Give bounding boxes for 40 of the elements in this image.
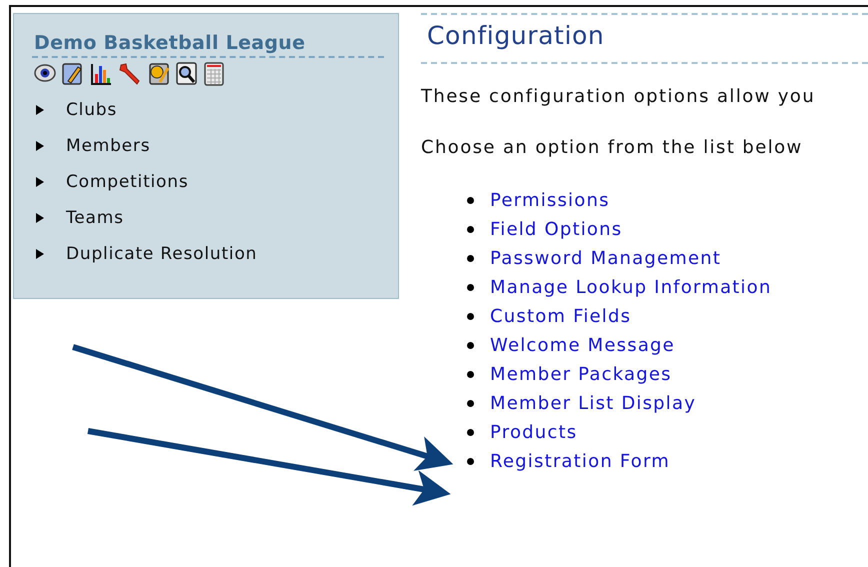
eye-icon[interactable] xyxy=(34,62,56,84)
option-link[interactable]: Member Packages xyxy=(490,364,672,385)
page-title: Configuration xyxy=(421,13,868,64)
option-link[interactable]: Custom Fields xyxy=(490,306,632,327)
bullet-icon xyxy=(467,371,474,378)
caret-icon xyxy=(36,140,44,152)
sidebar-item[interactable]: Teams xyxy=(66,208,124,228)
league-title: Demo Basketball League xyxy=(32,32,384,58)
bullet-icon xyxy=(467,458,474,465)
bullet-icon xyxy=(467,400,474,407)
caret-icon xyxy=(36,248,44,260)
search-icon[interactable] xyxy=(176,62,198,86)
caret-icon xyxy=(36,212,44,224)
sidebar-item[interactable]: Competitions xyxy=(66,172,188,192)
sidebar-item[interactable]: Duplicate Resolution xyxy=(66,244,258,264)
option-link[interactable]: Permissions xyxy=(490,190,610,211)
intro-text: Choose an option from the list below xyxy=(421,137,804,158)
caret-icon xyxy=(36,176,44,188)
wrench-icon[interactable] xyxy=(118,62,142,86)
bullet-icon xyxy=(467,313,474,320)
pencil-icon[interactable] xyxy=(62,62,84,86)
bullet-icon xyxy=(467,429,474,436)
bullet-icon xyxy=(467,342,474,349)
option-link[interactable]: Products xyxy=(490,422,578,443)
caret-icon xyxy=(36,104,44,116)
option-link[interactable]: Password Management xyxy=(490,248,722,269)
sidebar-item[interactable]: Members xyxy=(66,136,150,156)
bullet-icon xyxy=(467,197,474,204)
option-link[interactable]: Manage Lookup Information xyxy=(490,277,772,298)
bar-chart-icon[interactable] xyxy=(90,62,112,86)
sidebar-item[interactable]: Clubs xyxy=(66,100,118,120)
option-link[interactable]: Field Options xyxy=(490,219,622,240)
intro-text: These configuration options allow you xyxy=(421,86,816,107)
option-link[interactable]: Registration Form xyxy=(490,451,670,472)
bullet-icon xyxy=(467,255,474,262)
option-link[interactable]: Welcome Message xyxy=(490,335,675,356)
bullet-icon xyxy=(467,226,474,233)
bullet-icon xyxy=(467,284,474,291)
spreadsheet-icon[interactable] xyxy=(204,62,224,86)
option-link[interactable]: Member List Display xyxy=(490,393,696,414)
